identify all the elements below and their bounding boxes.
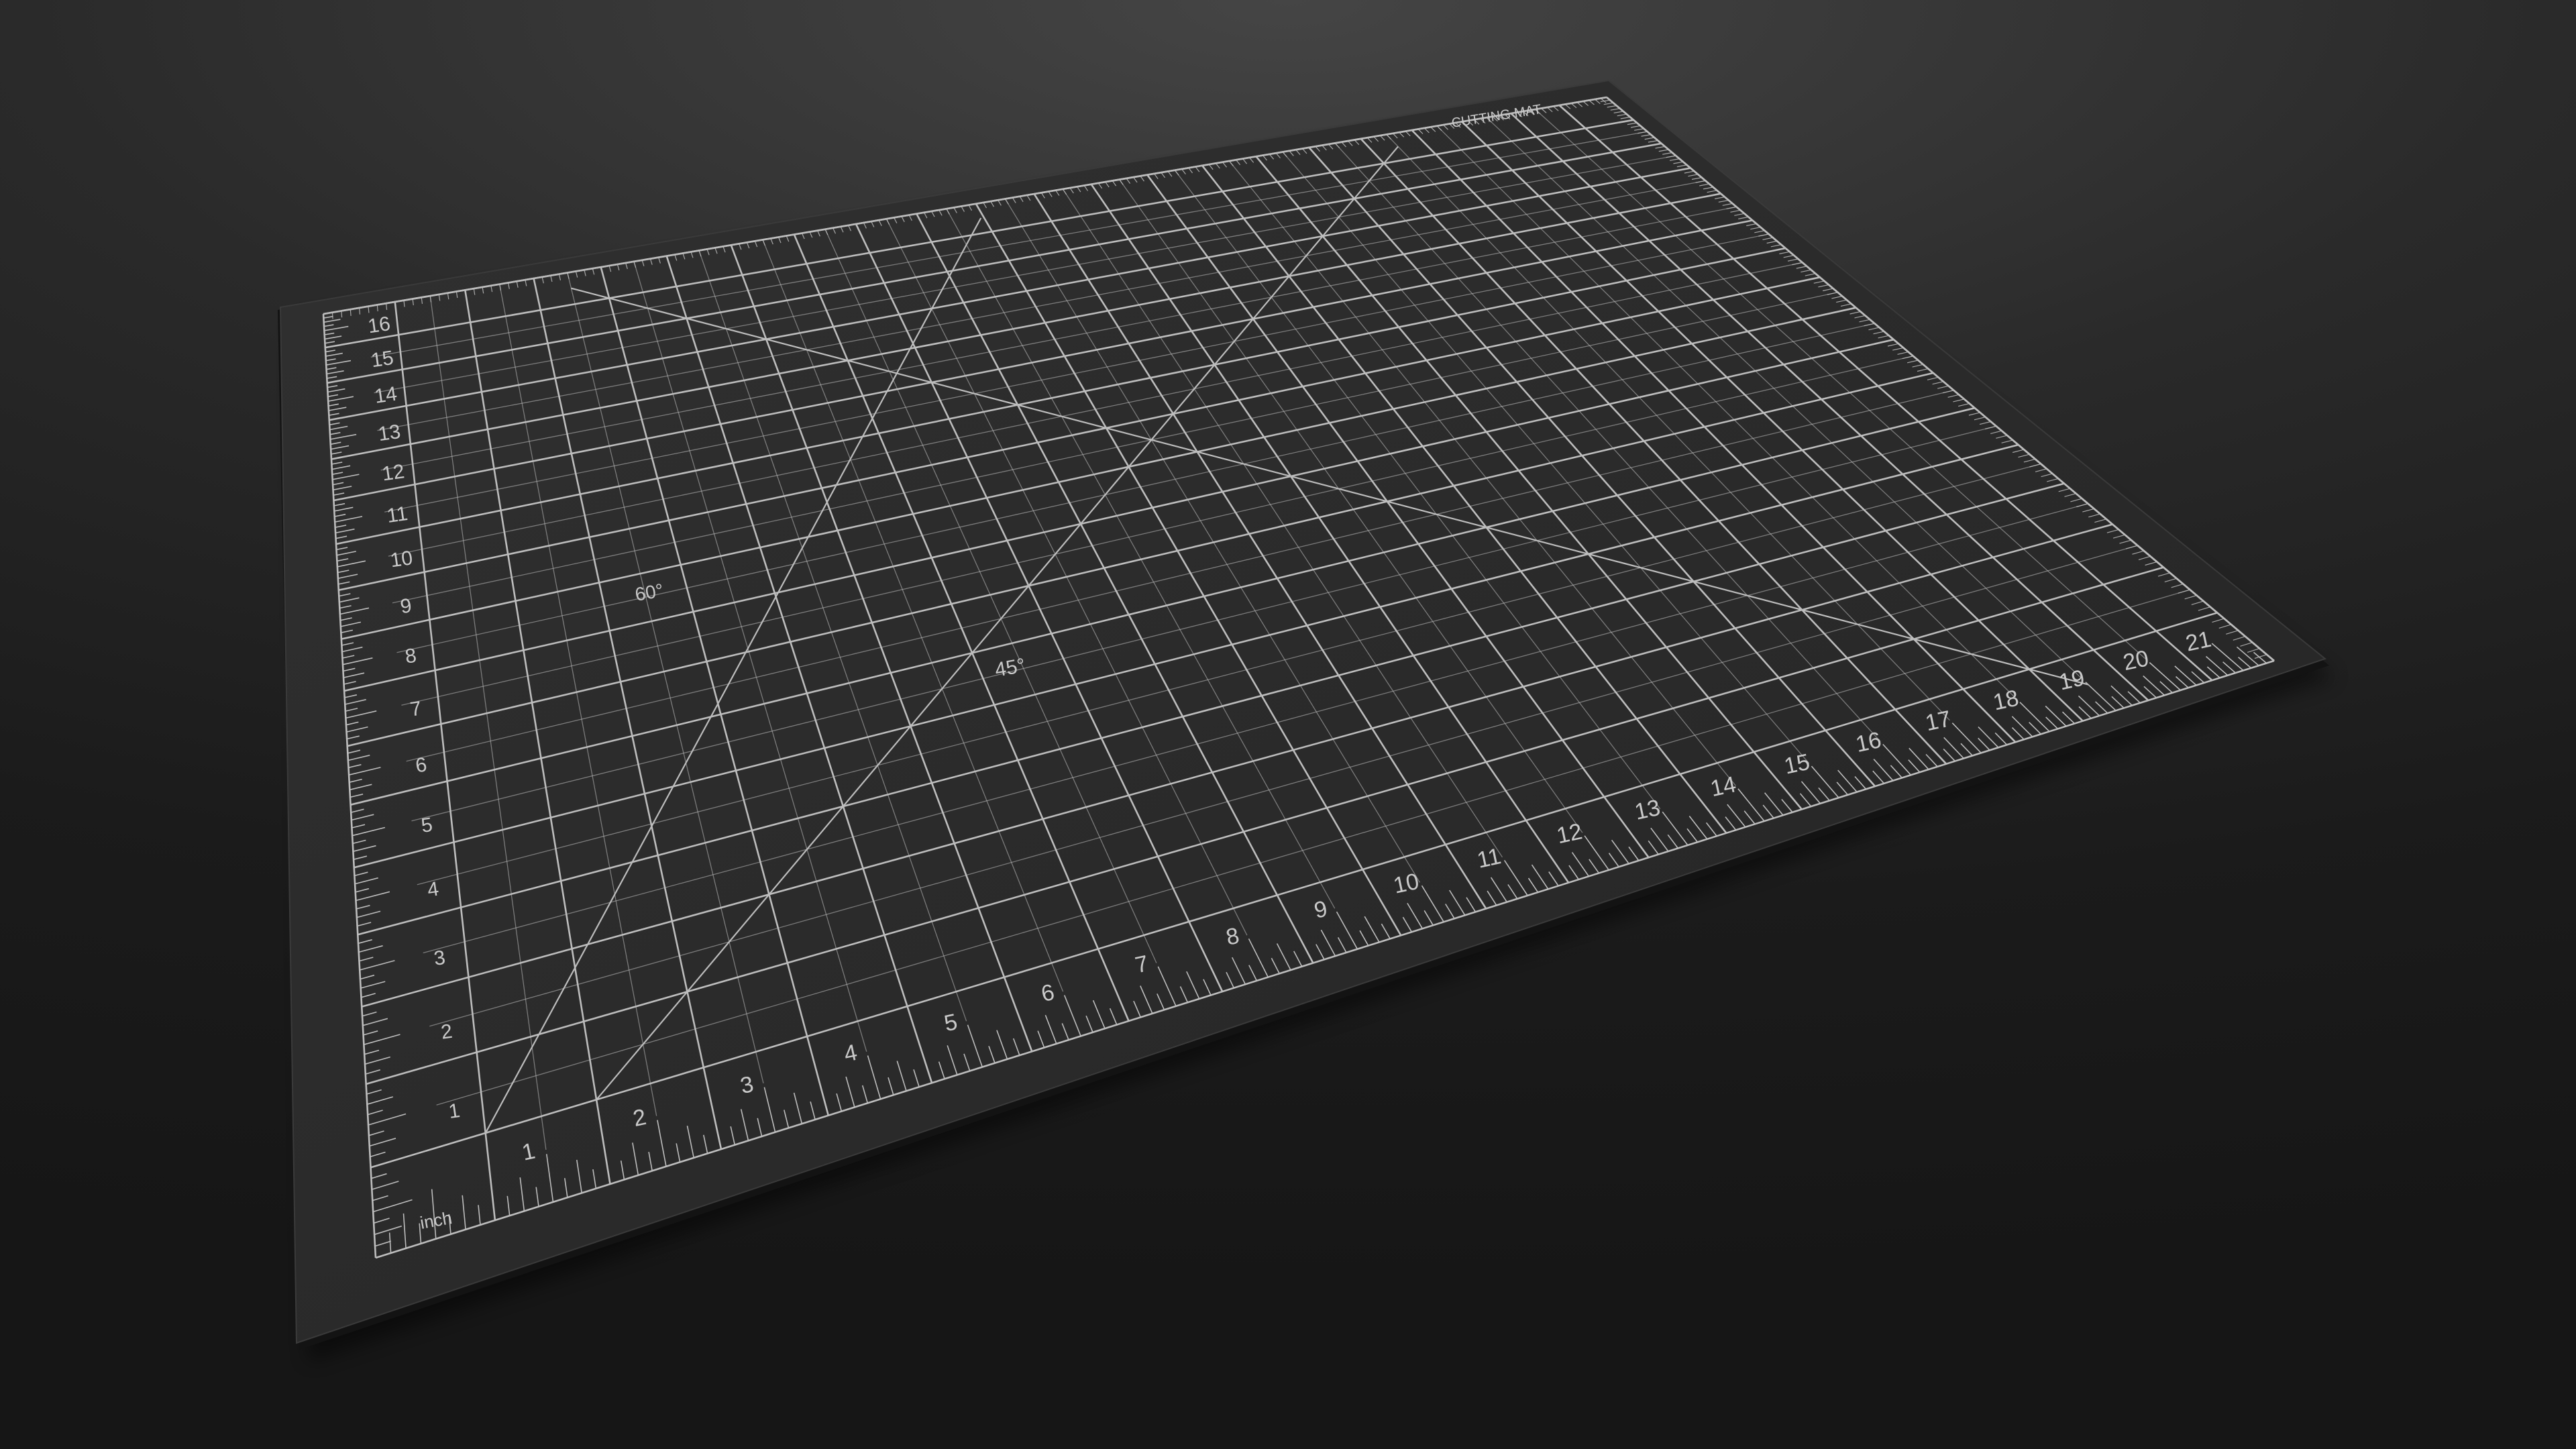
ruler-number-left: 16	[366, 313, 392, 337]
ruler-number-bottom: 17	[1923, 706, 1953, 736]
ruler-number-bottom: 13	[1632, 795, 1662, 825]
ruler-number-left: 11	[385, 502, 409, 527]
ruler-number-bottom: 19	[2057, 665, 2087, 695]
ruler-number-left: 10	[389, 547, 415, 572]
ruler-number-bottom: 21	[2184, 627, 2214, 657]
ruler-number-bottom: 15	[1782, 749, 1812, 780]
ruler-number-bottom: 16	[1854, 727, 1884, 757]
ruler-number-left: 12	[380, 460, 406, 485]
scene: 1234567891011121314151617181920211234567…	[278, 79, 2334, 1362]
ruler-number-bottom: 14	[1708, 771, 1738, 802]
ruler-number-bottom: 12	[1554, 818, 1585, 849]
ruler-tick-top	[350, 309, 352, 316]
ruler-number-bottom: 20	[2121, 645, 2151, 676]
ruler-number-left: 14	[373, 383, 398, 408]
ruler-number-left: 15	[370, 347, 395, 372]
ruler-number-bottom: 10	[1391, 869, 1421, 899]
ruler-number-left: 13	[377, 421, 402, 445]
ruler-tick-top	[341, 311, 343, 318]
ruler-number-bottom: 18	[1991, 686, 2021, 716]
